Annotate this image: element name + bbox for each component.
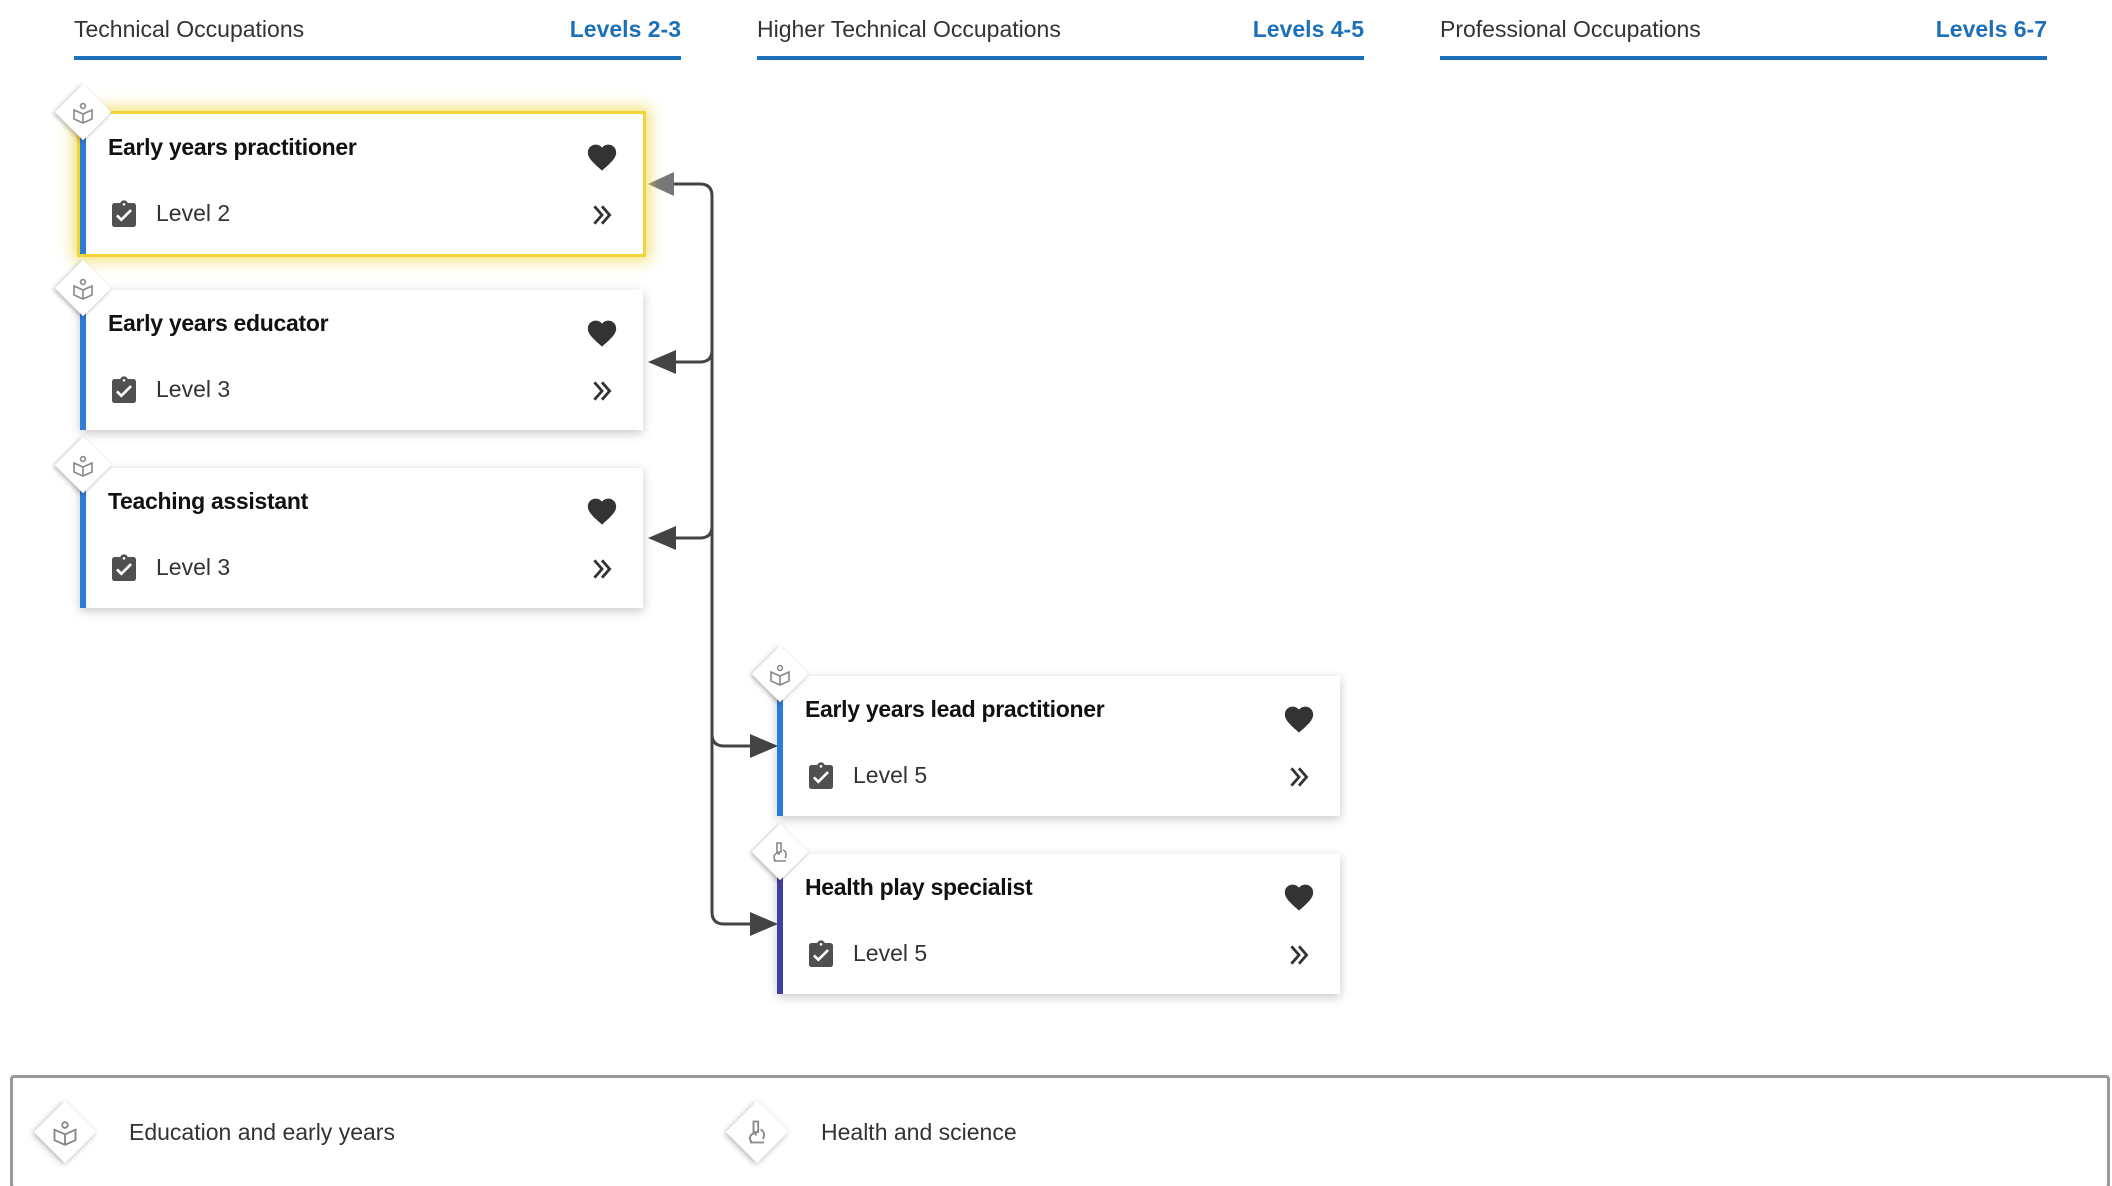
- occupation-card-early-years-practitioner[interactable]: Early years practitioner Level 2: [80, 114, 643, 254]
- clipboard-check-icon: [809, 762, 833, 789]
- occupation-card-health-play-specialist[interactable]: Health play specialist Level 5: [777, 854, 1340, 994]
- clipboard-check-icon: [112, 554, 136, 581]
- legend-label: Education and early years: [129, 1118, 395, 1145]
- occupation-level: Level 5: [853, 940, 928, 966]
- route-legend: Education and early years Health and sci…: [10, 1075, 2110, 1186]
- microscope-icon: [773, 842, 787, 862]
- heart-icon[interactable]: [585, 494, 619, 526]
- clipboard-check-icon: [112, 376, 136, 403]
- book-icon: [53, 1121, 77, 1146]
- book-icon: [770, 664, 790, 686]
- double-chevron-right-icon[interactable]: [589, 556, 615, 582]
- book-icon: [73, 455, 93, 477]
- occupation-level: Level 3: [156, 376, 231, 402]
- double-chevron-right-icon[interactable]: [589, 378, 615, 404]
- heart-icon[interactable]: [1282, 702, 1316, 734]
- legend-item-education: Education and early years: [33, 1078, 395, 1186]
- occupation-card-early-years-lead-practitioner[interactable]: Early years lead practitioner Level 5: [777, 676, 1340, 816]
- occupation-card-teaching-assistant[interactable]: Teaching assistant Level 3: [80, 468, 643, 608]
- legend-item-health: Health and science: [725, 1078, 1017, 1186]
- legend-label: Health and science: [821, 1118, 1017, 1145]
- double-chevron-right-icon[interactable]: [589, 202, 615, 228]
- legend-badge: [725, 1100, 789, 1164]
- occupation-card-early-years-educator[interactable]: Early years educator Level 3: [80, 290, 643, 430]
- clipboard-check-icon: [809, 940, 833, 967]
- double-chevron-right-icon[interactable]: [1286, 942, 1312, 968]
- heart-icon[interactable]: [585, 316, 619, 348]
- occupation-title[interactable]: Health play specialist: [805, 874, 1033, 901]
- double-chevron-right-icon[interactable]: [1286, 764, 1312, 790]
- microscope-icon: [749, 1120, 765, 1144]
- occupation-title[interactable]: Early years lead practitioner: [805, 696, 1105, 723]
- heart-icon[interactable]: [585, 140, 619, 172]
- occupation-title[interactable]: Early years practitioner: [108, 134, 357, 161]
- clipboard-check-icon: [112, 200, 136, 227]
- heart-icon[interactable]: [1282, 880, 1316, 912]
- occupation-level: Level 3: [156, 554, 231, 580]
- book-icon: [73, 102, 93, 124]
- occupation-level: Level 5: [853, 762, 928, 788]
- occupation-level: Level 2: [156, 200, 231, 226]
- book-icon: [73, 278, 93, 300]
- occupation-title[interactable]: Early years educator: [108, 310, 329, 337]
- occupation-title[interactable]: Teaching assistant: [108, 488, 308, 515]
- legend-badge: [33, 1100, 97, 1164]
